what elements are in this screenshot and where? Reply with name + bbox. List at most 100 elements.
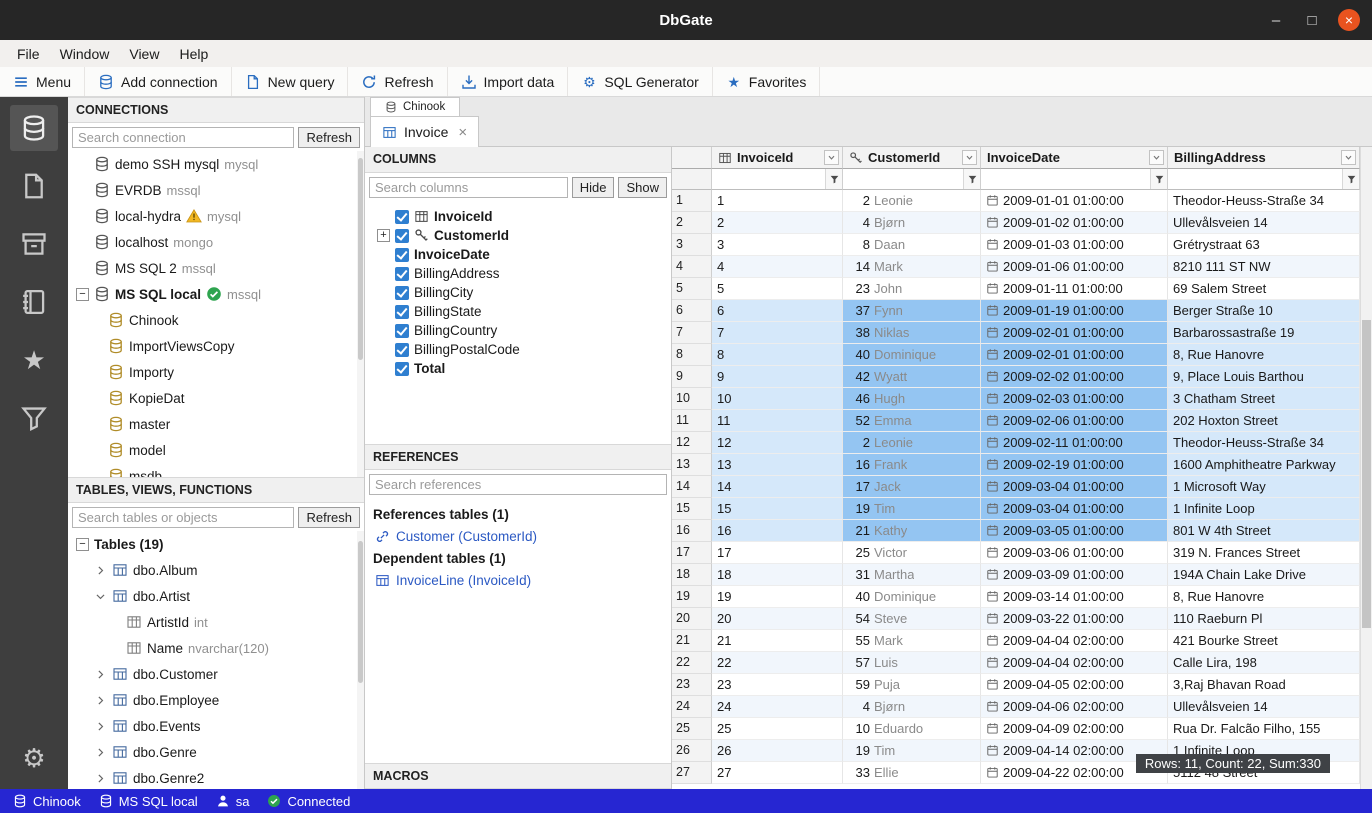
columns-search-input[interactable]	[369, 177, 568, 198]
cell-billingaddress[interactable]: 8, Rue Hanovre	[1168, 344, 1360, 366]
cell-invoiceid[interactable]: 26	[712, 740, 843, 762]
row-number[interactable]: 6	[672, 300, 712, 322]
connection-localhost[interactable]: localhostmongo	[68, 229, 364, 255]
cell-invoiceid[interactable]: 15	[712, 498, 843, 520]
toolbar-import-data-button[interactable]: Import data	[448, 67, 569, 96]
table-dbo-album[interactable]: dbo.Album	[68, 557, 364, 583]
grid-row[interactable]: 4414Mark2009-01-06 01:00:008210 111 ST N…	[672, 256, 1360, 278]
cell-billingaddress[interactable]: 3 Chatham Street	[1168, 388, 1360, 410]
cell-invoiceid[interactable]: 19	[712, 586, 843, 608]
cell-invoicedate[interactable]: 2009-01-11 01:00:00	[981, 278, 1168, 300]
cell-customerid[interactable]: 31Martha	[843, 564, 981, 586]
cell-customerid[interactable]: 52Emma	[843, 410, 981, 432]
menu-file[interactable]: File	[8, 44, 49, 64]
filter-funnel-icon[interactable]	[1150, 169, 1167, 189]
cell-invoicedate[interactable]: 2009-01-03 01:00:00	[981, 234, 1168, 256]
cell-customerid[interactable]: 42Wyatt	[843, 366, 981, 388]
row-number[interactable]: 8	[672, 344, 712, 366]
row-number[interactable]: 11	[672, 410, 712, 432]
cell-customerid[interactable]: 19Tim	[843, 498, 981, 520]
connection-demo-ssh-mysql[interactable]: demo SSH mysqlmysql	[68, 151, 364, 177]
column-dropdown-icon[interactable]	[1149, 150, 1164, 165]
cell-invoiceid[interactable]: 13	[712, 454, 843, 476]
activity-settings[interactable]: ⚙	[10, 735, 58, 781]
column-dropdown-icon[interactable]	[824, 150, 839, 165]
row-number[interactable]: 12	[672, 432, 712, 454]
checkbox-checked-icon[interactable]	[395, 324, 409, 338]
row-number[interactable]: 21	[672, 630, 712, 652]
cell-invoicedate[interactable]: 2009-03-09 01:00:00	[981, 564, 1168, 586]
cell-billingaddress[interactable]: 69 Salem Street	[1168, 278, 1360, 300]
cell-invoicedate[interactable]: 2009-02-02 01:00:00	[981, 366, 1168, 388]
cell-billingaddress[interactable]: 3,Raj Bhavan Road	[1168, 674, 1360, 696]
cell-invoiceid[interactable]: 8	[712, 344, 843, 366]
activity-favorites[interactable]: ★	[10, 337, 58, 383]
scrollbar-thumb[interactable]	[358, 541, 363, 683]
cell-billingaddress[interactable]: Theodor-Heuss-Straße 34	[1168, 190, 1360, 212]
connection-evrdb[interactable]: EVRDBmssql	[68, 177, 364, 203]
status-chinook[interactable]: Chinook	[4, 789, 90, 813]
activity-files[interactable]	[10, 163, 58, 209]
cell-invoiceid[interactable]: 6	[712, 300, 843, 322]
cell-billingaddress[interactable]: 1 Microsoft Way	[1168, 476, 1360, 498]
row-number[interactable]: 9	[672, 366, 712, 388]
cell-invoiceid[interactable]: 22	[712, 652, 843, 674]
cell-customerid[interactable]: 17Jack	[843, 476, 981, 498]
cell-invoicedate[interactable]: 2009-04-06 02:00:00	[981, 696, 1168, 718]
cell-invoiceid[interactable]: 5	[712, 278, 843, 300]
activity-filters[interactable]	[10, 395, 58, 441]
menu-view[interactable]: View	[120, 44, 168, 64]
filter-funnel-icon[interactable]	[825, 169, 842, 189]
database-msdb[interactable]: msdb	[68, 463, 364, 477]
grid-row[interactable]: 112Leonie2009-01-01 01:00:00Theodor-Heus…	[672, 190, 1360, 212]
cell-invoicedate[interactable]: 2009-02-03 01:00:00	[981, 388, 1168, 410]
cell-customerid[interactable]: 23John	[843, 278, 981, 300]
cell-billingaddress[interactable]: 110 Raeburn Pl	[1168, 608, 1360, 630]
row-number[interactable]: 4	[672, 256, 712, 278]
filter-input[interactable]	[981, 169, 1150, 189]
column-header-customerid[interactable]: CustomerId	[843, 147, 981, 169]
row-number[interactable]: 15	[672, 498, 712, 520]
tab-group-database[interactable]: Chinook	[370, 97, 460, 116]
row-number[interactable]: 24	[672, 696, 712, 718]
cell-invoicedate[interactable]: 2009-04-04 02:00:00	[981, 652, 1168, 674]
table-dbo-events[interactable]: dbo.Events	[68, 713, 364, 739]
menu-help[interactable]: Help	[170, 44, 217, 64]
cell-billingaddress[interactable]: Calle Lira, 198	[1168, 652, 1360, 674]
cell-invoicedate[interactable]: 2009-02-19 01:00:00	[981, 454, 1168, 476]
activity-query-history[interactable]	[10, 279, 58, 325]
row-number[interactable]: 7	[672, 322, 712, 344]
filter-cell-invoiceid[interactable]	[712, 169, 843, 190]
filter-input[interactable]	[1168, 169, 1342, 189]
grid-row[interactable]: 224Bjørn2009-01-02 01:00:00Ullevålsveien…	[672, 212, 1360, 234]
cell-invoiceid[interactable]: 14	[712, 476, 843, 498]
grid-row[interactable]: 222257Luis2009-04-04 02:00:00Calle Lira,…	[672, 652, 1360, 674]
row-number[interactable]: 19	[672, 586, 712, 608]
grid-row[interactable]: 6637Fynn2009-01-19 01:00:00Berger Straße…	[672, 300, 1360, 322]
grid-row[interactable]: 191940Dominique2009-03-14 01:00:008, Rue…	[672, 586, 1360, 608]
cell-invoiceid[interactable]: 18	[712, 564, 843, 586]
dependent-link-invoiceline-invoiceid-[interactable]: InvoiceLine (InvoiceId)	[373, 570, 663, 591]
column-toggle-billingcity[interactable]: BillingCity	[365, 283, 671, 302]
cell-invoiceid[interactable]: 16	[712, 520, 843, 542]
grid-row[interactable]: 141417Jack2009-03-04 01:00:001 Microsoft…	[672, 476, 1360, 498]
table-dbo-artist[interactable]: dbo.Artist	[68, 583, 364, 609]
connections-scrollbar[interactable]	[357, 151, 364, 477]
tables-scrollbar[interactable]	[357, 531, 364, 789]
grid-row[interactable]: 212155Mark2009-04-04 02:00:00421 Bourke …	[672, 630, 1360, 652]
cell-customerid[interactable]: 38Niklas	[843, 322, 981, 344]
cell-customerid[interactable]: 2Leonie	[843, 190, 981, 212]
hide-button[interactable]: Hide	[572, 177, 615, 198]
cell-customerid[interactable]: 14Mark	[843, 256, 981, 278]
column-dropdown-icon[interactable]	[962, 150, 977, 165]
column-toggle-billingstate[interactable]: BillingState	[365, 302, 671, 321]
table-dbo-employee[interactable]: dbo.Employee	[68, 687, 364, 713]
cell-invoiceid[interactable]: 21	[712, 630, 843, 652]
cell-invoicedate[interactable]: 2009-03-06 01:00:00	[981, 542, 1168, 564]
cell-invoiceid[interactable]: 24	[712, 696, 843, 718]
checkbox-checked-icon[interactable]	[395, 343, 409, 357]
filter-funnel-icon[interactable]	[1342, 169, 1359, 189]
database-kopiedat[interactable]: KopieDat	[68, 385, 364, 411]
column-dropdown-icon[interactable]	[1341, 150, 1356, 165]
grid-row[interactable]: 161621Kathy2009-03-05 01:00:00801 W 4th …	[672, 520, 1360, 542]
